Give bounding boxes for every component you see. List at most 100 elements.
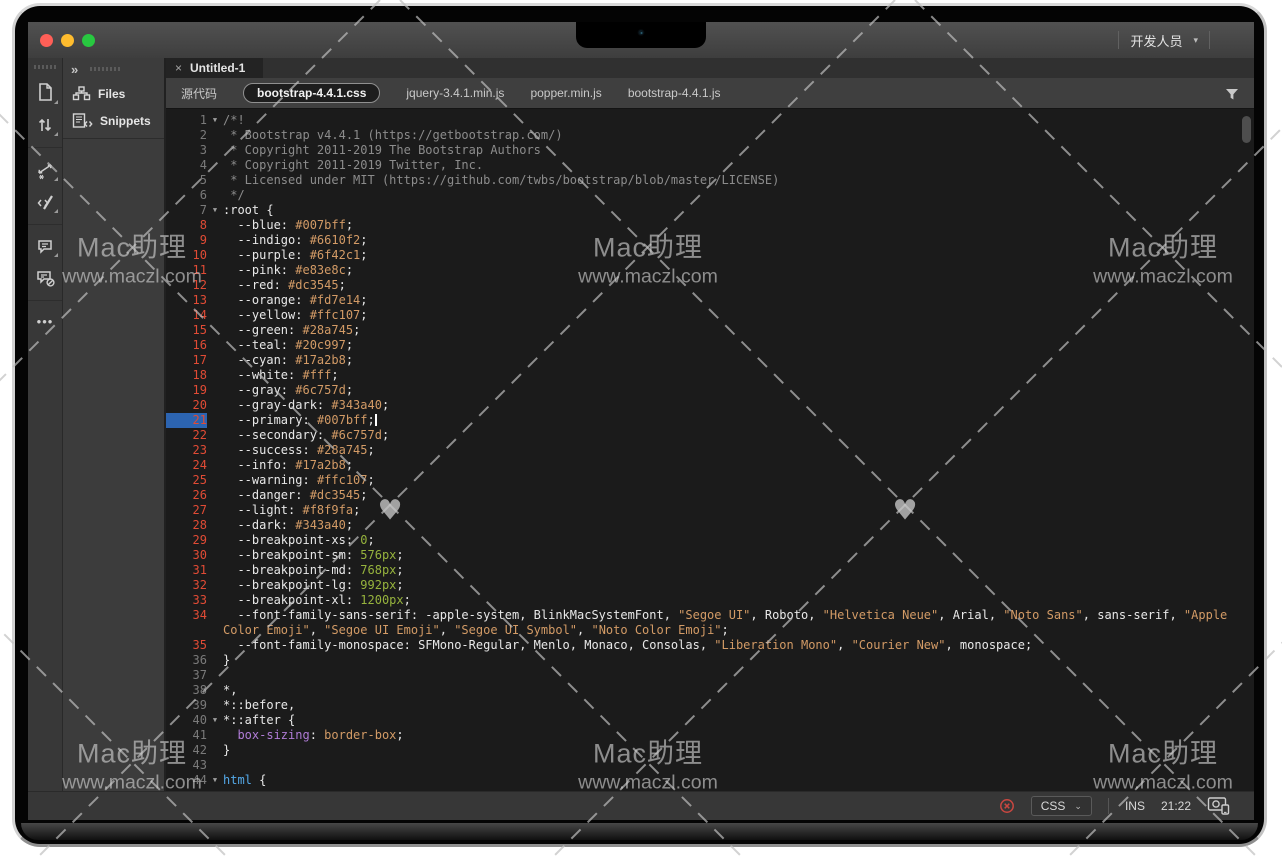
line-number[interactable]: 19 (166, 383, 207, 398)
line-number[interactable]: 39 (166, 698, 207, 713)
open-documents-icon[interactable] (35, 81, 55, 103)
line-number[interactable]: 21 (166, 413, 207, 428)
line-number[interactable]: 36 (166, 653, 207, 668)
code-line[interactable]: 43 (166, 758, 1254, 773)
code-line[interactable]: 24 --info: #17a2b8; (166, 458, 1254, 473)
code-line[interactable]: 15 --green: #28a745; (166, 323, 1254, 338)
line-number[interactable]: 3 (166, 143, 207, 158)
code-line[interactable]: 3 * Copyright 2011-2019 The Bootstrap Au… (166, 143, 1254, 158)
line-number[interactable]: 12 (166, 278, 207, 293)
close-window-button[interactable] (40, 34, 53, 47)
code-line[interactable]: 38*, (166, 683, 1254, 698)
code-line[interactable]: 28 --dark: #343a40; (166, 518, 1254, 533)
code-line[interactable]: 35 --font-family-monospace: SFMono-Regul… (166, 638, 1254, 653)
code-line[interactable]: 12 --red: #dc3545; (166, 278, 1254, 293)
code-line[interactable]: 10 --purple: #6f42c1; (166, 248, 1254, 263)
line-number[interactable]: 20 (166, 398, 207, 413)
line-number[interactable]: 22 (166, 428, 207, 443)
line-number[interactable]: 27 (166, 503, 207, 518)
line-number[interactable]: 15 (166, 323, 207, 338)
line-number[interactable]: 10 (166, 248, 207, 263)
code-line[interactable]: 22 --secondary: #6c757d; (166, 428, 1254, 443)
line-number[interactable]: 41 (166, 728, 207, 743)
code-line[interactable]: 23 --success: #28a745; (166, 443, 1254, 458)
code-line[interactable]: 34 --font-family-sans-serif: -apple-syst… (166, 608, 1254, 638)
code-line[interactable]: 32 --breakpoint-lg: 992px; (166, 578, 1254, 593)
code-line[interactable]: 40▼*::after { (166, 713, 1254, 728)
code-line[interactable]: 7▼:root { (166, 203, 1254, 218)
line-number[interactable]: 30 (166, 548, 207, 563)
code-editor[interactable]: 1▼/*!2 * Bootstrap v4.4.1 (https://getbo… (166, 109, 1254, 792)
code-line[interactable]: 39*::before, (166, 698, 1254, 713)
code-line[interactable]: 41 box-sizing: border-box; (166, 728, 1254, 743)
code-line[interactable]: 16 --teal: #20c997; (166, 338, 1254, 353)
code-line[interactable]: 37 (166, 668, 1254, 683)
line-number[interactable]: 8 (166, 218, 207, 233)
tab-untitled-1[interactable]: × Untitled-1 (166, 58, 263, 78)
insert-mode-indicator[interactable]: INS (1125, 799, 1145, 813)
code-line[interactable]: 18 --white: #fff; (166, 368, 1254, 383)
code-line[interactable]: 26 --danger: #dc3545; (166, 488, 1254, 503)
close-tab-icon[interactable]: × (175, 62, 182, 74)
line-number[interactable]: 1 (166, 113, 207, 128)
minimize-window-button[interactable] (61, 34, 74, 47)
remove-comment-icon[interactable] (35, 268, 56, 288)
apply-comment-icon[interactable] (35, 237, 55, 256)
line-number[interactable]: 34 (166, 608, 207, 638)
line-number[interactable]: 44 (166, 773, 207, 788)
line-number[interactable]: 26 (166, 488, 207, 503)
realtime-preview-icon[interactable] (1207, 796, 1232, 816)
fold-arrow-icon[interactable]: ▼ (207, 713, 223, 728)
code-line[interactable]: 4 * Copyright 2011-2019 Twitter, Inc. (166, 158, 1254, 173)
filter-related-files-icon[interactable] (1223, 85, 1241, 102)
line-number[interactable]: 16 (166, 338, 207, 353)
line-number[interactable]: 33 (166, 593, 207, 608)
code-line[interactable]: 36} (166, 653, 1254, 668)
code-line[interactable]: 44▼html { (166, 773, 1254, 788)
sidebar-item-files[interactable]: Files (63, 80, 164, 107)
line-number[interactable]: 9 (166, 233, 207, 248)
code-line[interactable]: 5 * Licensed under MIT (https://github.c… (166, 173, 1254, 188)
code-line[interactable]: 19 --gray: #6c757d; (166, 383, 1254, 398)
code-line[interactable]: 9 --indigo: #6610f2; (166, 233, 1254, 248)
code-line[interactable]: 30 --breakpoint-sm: 576px; (166, 548, 1254, 563)
line-number[interactable]: 42 (166, 743, 207, 758)
maximize-window-button[interactable] (82, 34, 95, 47)
code-line[interactable]: 6 */ (166, 188, 1254, 203)
code-line[interactable]: 1▼/*! (166, 113, 1254, 128)
sidebar-item-snippets[interactable]: Snippets (63, 107, 164, 134)
code-line[interactable]: 8 --blue: #007bff; (166, 218, 1254, 233)
related-file[interactable]: jquery-3.4.1.min.js (406, 86, 504, 100)
error-indicator-icon[interactable] (999, 798, 1015, 814)
related-file[interactable]: popper.min.js (530, 86, 601, 100)
line-number[interactable]: 31 (166, 563, 207, 578)
line-number[interactable]: 28 (166, 518, 207, 533)
line-number[interactable]: 18 (166, 368, 207, 383)
code-line[interactable]: 17 --cyan: #17a2b8; (166, 353, 1254, 368)
line-number[interactable]: 2 (166, 128, 207, 143)
vertical-scrollbar-thumb[interactable] (1242, 116, 1251, 143)
format-source-code-icon[interactable] (35, 192, 55, 212)
line-number[interactable]: 32 (166, 578, 207, 593)
fold-arrow-icon[interactable]: ▼ (207, 773, 223, 788)
more-options-icon[interactable]: ••• (37, 317, 54, 327)
line-number[interactable]: 5 (166, 173, 207, 188)
line-number[interactable]: 29 (166, 533, 207, 548)
code-line[interactable]: 31 --breakpoint-md: 768px; (166, 563, 1254, 578)
line-number[interactable]: 4 (166, 158, 207, 173)
line-number[interactable]: 40 (166, 713, 207, 728)
language-mode-select[interactable]: CSS ⌄ (1031, 796, 1092, 816)
fold-arrow-icon[interactable]: ▼ (207, 113, 223, 128)
line-number[interactable]: 7 (166, 203, 207, 218)
related-file-active[interactable]: bootstrap-4.4.1.css (243, 83, 380, 103)
code-line[interactable]: 14 --yellow: #ffc107; (166, 308, 1254, 323)
line-number[interactable]: 25 (166, 473, 207, 488)
line-number[interactable]: 13 (166, 293, 207, 308)
line-number[interactable]: 23 (166, 443, 207, 458)
fold-arrow-icon[interactable]: ▼ (207, 203, 223, 218)
line-number[interactable]: 6 (166, 188, 207, 203)
code-line[interactable]: 2 * Bootstrap v4.4.1 (https://getbootstr… (166, 128, 1254, 143)
code-line[interactable]: 29 --breakpoint-xs: 0; (166, 533, 1254, 548)
file-management-icon[interactable] (35, 115, 55, 135)
code-line[interactable]: 13 --orange: #fd7e14; (166, 293, 1254, 308)
